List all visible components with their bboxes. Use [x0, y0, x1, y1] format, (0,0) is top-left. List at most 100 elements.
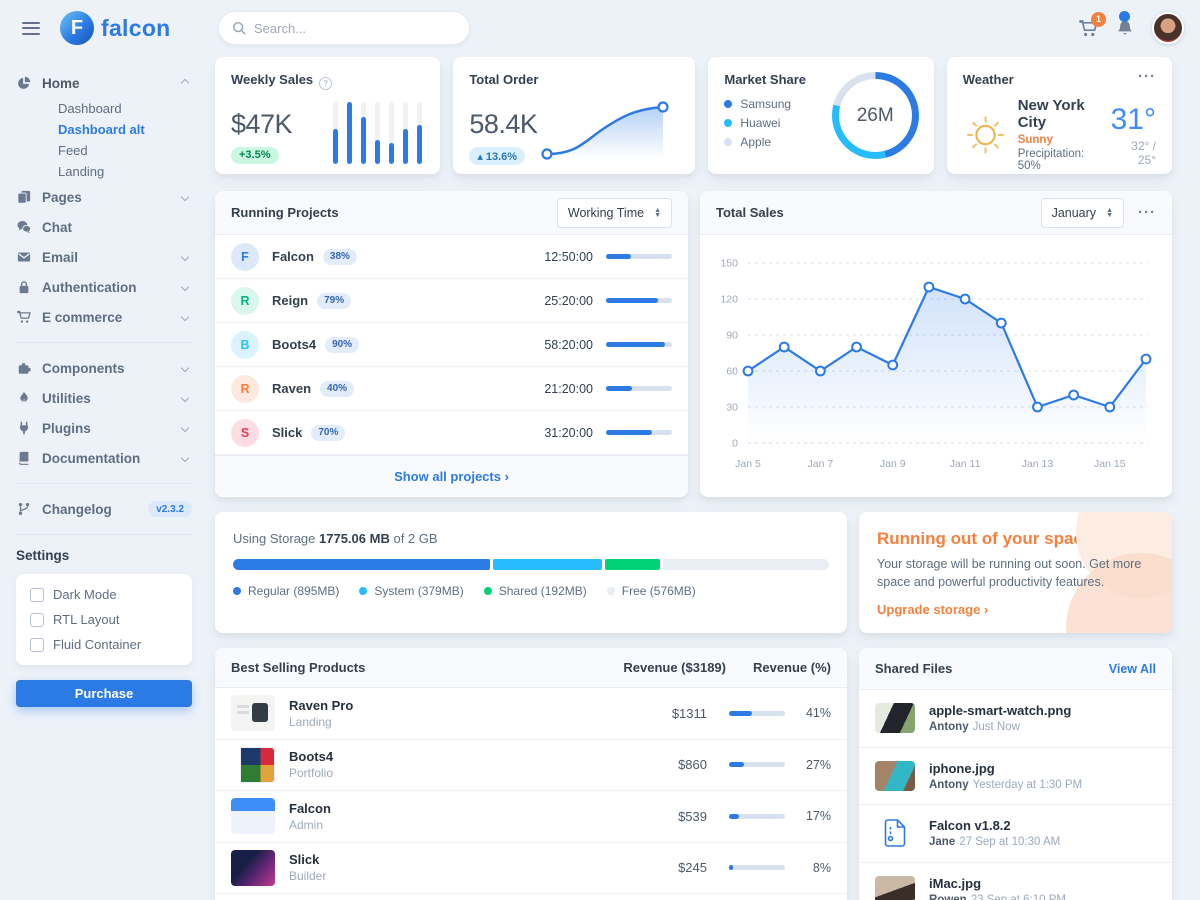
- file-name[interactable]: iphone.jpg: [929, 761, 1082, 776]
- sidebar-item-label: Documentation: [42, 451, 172, 466]
- total-order-badge: ▴ 13.6%: [469, 147, 525, 165]
- product-percent: 41%: [785, 706, 831, 720]
- upgrade-storage-link[interactable]: Upgrade storage ›: [877, 602, 988, 617]
- chat-icon: [16, 220, 32, 234]
- more-menu-icon[interactable]: ···: [1138, 208, 1156, 218]
- product-progress-fill: [729, 762, 744, 767]
- bar-track: [333, 102, 338, 164]
- market-share-center-value: 26M: [857, 105, 894, 127]
- checkbox-dark-mode[interactable]: [30, 588, 44, 602]
- caret-up-icon: ▴: [477, 151, 486, 163]
- svg-text:150: 150: [720, 258, 738, 270]
- product-name[interactable]: Raven Pro: [289, 698, 597, 713]
- setting-rtl-layout[interactable]: RTL Layout: [30, 612, 178, 627]
- show-all-projects-link[interactable]: Show all projects ›: [394, 469, 509, 484]
- project-row-falcon: FFalcon38%12:50:00: [215, 235, 688, 279]
- product-info: SlickBuilder: [289, 852, 597, 883]
- help-icon[interactable]: ?: [319, 77, 332, 90]
- sidebar-item-pages[interactable]: Pages: [16, 182, 192, 212]
- divider: [16, 483, 192, 484]
- total-sales-card: Total Sales January ▲▼ ··· 0306090120150…: [700, 191, 1172, 497]
- purchase-button[interactable]: Purchase: [16, 680, 192, 707]
- project-row-slick: SSlick70%31:20:00: [215, 411, 688, 455]
- hamburger-menu-icon[interactable]: [18, 18, 44, 39]
- cart-button[interactable]: 1: [1079, 19, 1098, 38]
- legend-label: Shared (192MB): [499, 584, 587, 598]
- cart-badge: 1: [1091, 12, 1106, 27]
- product-name[interactable]: Slick: [289, 852, 597, 867]
- product-row-falcon: FalconAdmin$53917%: [215, 791, 847, 843]
- falcon-logo[interactable]: F falcon: [60, 11, 171, 45]
- sidebar-item-documentation[interactable]: Documentation: [16, 443, 192, 473]
- weekly-sales-badge: +3.5%: [231, 147, 279, 164]
- search-input[interactable]: [254, 21, 456, 36]
- file-meta: AntonyYesterday at 1:30 PM: [929, 779, 1082, 791]
- sidebar-item-authentication[interactable]: Authentication: [16, 272, 192, 302]
- sidebar-item-e-commerce[interactable]: E commerce: [16, 302, 192, 332]
- file-row-apple-smart-watch-png: apple-smart-watch.png AntonyJust Now: [859, 690, 1172, 748]
- product-name[interactable]: Boots4: [289, 749, 597, 764]
- product-row-raven-pro: Raven ProLanding$131141%: [215, 688, 847, 740]
- checkbox-rtl-layout[interactable]: [30, 613, 44, 627]
- working-time-select[interactable]: Working Time ▲▼: [557, 198, 672, 228]
- project-time: 25:20:00: [544, 294, 593, 308]
- file-name[interactable]: Falcon v1.8.2: [929, 818, 1060, 833]
- product-percent: 8%: [785, 861, 831, 875]
- settings-card: Dark Mode RTL Layout Fluid Container: [16, 574, 192, 665]
- sidebar-item-changelog[interactable]: Changelogv2.3.2: [16, 494, 192, 524]
- bar-fill: [403, 129, 408, 163]
- product-progress: [729, 711, 785, 716]
- project-progress-fill: [606, 298, 658, 303]
- svg-text:Jan 13: Jan 13: [1022, 458, 1054, 470]
- setting-fluid-container[interactable]: Fluid Container: [30, 637, 178, 652]
- sidebar-item-plugins[interactable]: Plugins: [16, 413, 192, 443]
- file-name[interactable]: apple-smart-watch.png: [929, 703, 1071, 718]
- sidebar-item-label: Authentication: [42, 280, 172, 295]
- checkbox-fluid-container[interactable]: [30, 638, 44, 652]
- file-name[interactable]: iMac.jpg: [929, 876, 1066, 891]
- project-row-reign: RReign79%25:20:00: [215, 279, 688, 323]
- product-progress: [729, 865, 785, 870]
- file-author: Antony: [929, 779, 969, 791]
- sidebar-item-dashboard-alt[interactable]: Dashboard alt: [16, 119, 192, 140]
- market-share-card: Market Share SamsungHuaweiApple 26M: [708, 57, 933, 174]
- sidebar-item-dashboard[interactable]: Dashboard: [16, 98, 192, 119]
- product-percent: 17%: [785, 809, 831, 823]
- product-progress: [729, 762, 785, 767]
- project-name: Raven: [272, 381, 311, 396]
- total-order-value: 58.4K: [469, 109, 537, 140]
- view-all-link[interactable]: View All: [1109, 662, 1156, 676]
- product-progress-fill: [729, 865, 733, 870]
- product-category: Admin: [289, 818, 597, 832]
- setting-label: RTL Layout: [53, 612, 120, 627]
- storage-legend: Regular (895MB)System (379MB)Shared (192…: [233, 584, 829, 598]
- sidebar-item-feed[interactable]: Feed: [16, 140, 192, 161]
- user-avatar[interactable]: [1152, 12, 1184, 44]
- sidebar-item-components[interactable]: Components: [16, 353, 192, 383]
- storage-segment-regular-895mb-: [233, 559, 490, 570]
- total-sales-title: Total Sales: [716, 205, 784, 220]
- falcon-logo-icon: F: [60, 11, 94, 45]
- sidebar-item-landing[interactable]: Landing: [16, 161, 192, 182]
- project-progress: [606, 386, 672, 391]
- project-row-boots4: BBoots490%58:20:00: [215, 323, 688, 367]
- product-name[interactable]: Falcon: [289, 801, 597, 816]
- sidebar-item-home[interactable]: Home: [16, 68, 192, 98]
- notifications-button[interactable]: [1116, 19, 1134, 37]
- file-thumbnail: [875, 703, 915, 733]
- project-progress: [606, 342, 672, 347]
- month-select[interactable]: January ▲▼: [1041, 198, 1124, 228]
- file-meta: AntonyJust Now: [929, 721, 1071, 733]
- legend-label: Regular (895MB): [248, 584, 339, 598]
- notification-dot: [1119, 11, 1130, 22]
- chevron-down-icon: [181, 253, 189, 261]
- chevron-down-icon: [181, 394, 189, 402]
- total-order-title: Total Order: [469, 72, 679, 87]
- setting-dark-mode[interactable]: Dark Mode: [30, 587, 178, 602]
- sidebar-item-chat[interactable]: Chat: [16, 212, 192, 242]
- market-share-donut-chart: 26M: [832, 72, 919, 159]
- sidebar-item-utilities[interactable]: Utilities: [16, 383, 192, 413]
- more-menu-icon[interactable]: ···: [1138, 72, 1156, 82]
- sidebar-item-email[interactable]: Email: [16, 242, 192, 272]
- search-bar[interactable]: [218, 11, 470, 45]
